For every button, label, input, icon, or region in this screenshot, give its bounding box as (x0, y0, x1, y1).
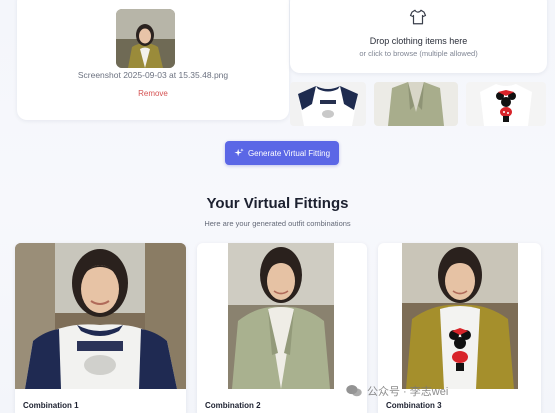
result-photo-2 (228, 243, 334, 389)
watermark-text: 公众号 · 李志wei (367, 386, 449, 398)
results-title: Your Virtual Fittings (206, 195, 349, 212)
result-label-3: Combination 3 (386, 401, 442, 410)
watermark: 公众号 · 李志wei (345, 383, 448, 399)
result-label-2: Combination 2 (205, 401, 261, 410)
clothing-item-minnie-tee[interactable] (466, 82, 546, 126)
wechat-icon (346, 385, 362, 397)
clothing-item-blazer[interactable] (374, 82, 458, 126)
shirt-icon (409, 9, 427, 25)
result-card-1[interactable]: Combination 1 (15, 243, 186, 413)
clothing-item-snoopy-tee[interactable] (290, 82, 366, 126)
sparkle-icon (234, 148, 244, 157)
generate-virtual-fitting-button[interactable]: Generate Virtual Fitting (225, 141, 339, 165)
dropzone-title: Drop clothing items here (369, 36, 468, 46)
clothing-dropzone[interactable]: Drop clothing items here or click to bro… (290, 0, 547, 73)
results-subtitle: Here are your generated outfit combinati… (204, 219, 351, 228)
result-card-2[interactable]: Combination 2 (197, 243, 367, 413)
result-photo-1 (15, 243, 186, 389)
remove-button[interactable]: Remove (17, 89, 289, 98)
uploaded-photo-card: Screenshot 2025-09-03 at 15.35.48.png Re… (17, 0, 289, 120)
result-label-1: Combination 1 (23, 401, 79, 410)
uploaded-photo-thumbnail (116, 9, 175, 68)
generate-button-label: Generate Virtual Fitting (247, 148, 331, 158)
dropzone-subtitle: or click to browse (multiple allowed) (359, 49, 478, 58)
uploaded-filename: Screenshot 2025-09-03 at 15.35.48.png (77, 70, 229, 80)
result-photo-3 (402, 243, 518, 389)
